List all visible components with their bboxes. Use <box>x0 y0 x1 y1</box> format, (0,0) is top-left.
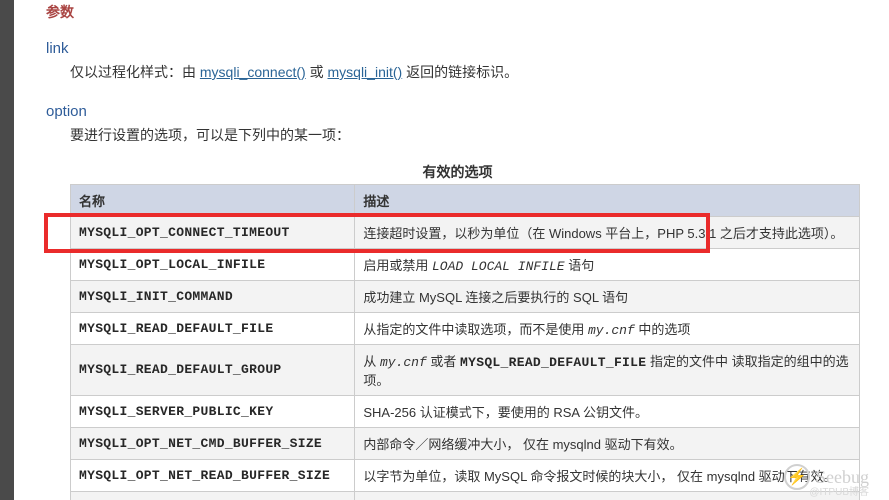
param-desc-option: 要进行设置的选项，可以是下列中的某一项： <box>70 124 869 148</box>
opt-desc-post: 语句 <box>565 258 595 273</box>
table-row: MYSQLI_INIT_COMMAND 成功建立 MySQL 连接之后要执行的 … <box>71 280 860 312</box>
table-row: MYSQLI_OPT_INT_AND_FLOAT_NATIVE 将整数和浮点数类… <box>71 491 860 500</box>
opt-desc-mid: 或者 <box>427 354 460 369</box>
opt-desc-post: 中的选项 <box>635 322 691 337</box>
opt-desc: SHA-256 认证模式下，要使用的 RSA 公钥文件。 <box>355 395 860 427</box>
table-row: MYSQLI_OPT_LOCAL_INFILE 启用或禁用 LOAD LOCAL… <box>71 248 860 280</box>
fn-mysqli-connect[interactable]: mysqli_connect() <box>200 64 306 80</box>
left-gutter <box>0 0 14 500</box>
opt-desc-em: my.cnf <box>588 323 635 338</box>
opt-desc-pre: 启用或禁用 <box>363 258 432 273</box>
opt-name: MYSQLI_OPT_INT_AND_FLOAT_NATIVE <box>71 491 355 500</box>
table-row: MYSQLI_SERVER_PUBLIC_KEY SHA-256 认证模式下，要… <box>71 395 860 427</box>
param-heading-option: option <box>46 103 869 120</box>
opt-name: MYSQLI_OPT_LOCAL_INFILE <box>71 248 355 280</box>
opt-name: MYSQLI_SERVER_PUBLIC_KEY <box>71 395 355 427</box>
opt-desc: 启用或禁用 LOAD LOCAL INFILE 语句 <box>355 248 860 280</box>
opt-desc: 成功建立 MySQL 连接之后要执行的 SQL 语句 <box>355 280 860 312</box>
link-desc-mid: 或 <box>310 64 328 80</box>
param-heading-link: link <box>46 40 869 57</box>
table-row: MYSQLI_READ_DEFAULT_GROUP 从 my.cnf 或者 MY… <box>71 344 860 395</box>
table-caption: 有效的选项 <box>46 162 869 182</box>
main-content: 参数 link 仅以过程化样式：由 mysqli_connect() 或 mys… <box>14 0 889 500</box>
link-desc-prefix: 仅以过程化样式：由 <box>70 64 196 80</box>
opt-desc: 将整数和浮点数类型的列转换成 PHP 的数值类型， 仅在 mysqlnd 驱动下… <box>355 491 860 500</box>
table-row: MYSQLI_READ_DEFAULT_FILE 从指定的文件中读取选项，而不是… <box>71 312 860 344</box>
opt-name: MYSQLI_INIT_COMMAND <box>71 280 355 312</box>
opt-name: MYSQLI_OPT_CONNECT_TIMEOUT <box>71 216 355 248</box>
watermark-sub: @ITPUB博客 <box>809 483 869 498</box>
param-desc-link: 仅以过程化样式：由 mysqli_connect() 或 mysqli_init… <box>70 61 869 85</box>
opt-name: MYSQLI_READ_DEFAULT_GROUP <box>71 344 355 395</box>
fn-mysqli-init[interactable]: mysqli_init() <box>328 64 403 80</box>
col-name: 名称 <box>71 184 355 216</box>
params-heading: 参数 <box>46 0 869 22</box>
options-table: 名称 描述 MYSQLI_OPT_CONNECT_TIMEOUT 连接超时设置，… <box>70 184 860 500</box>
opt-desc-pre: 从指定的文件中读取选项，而不是使用 <box>363 322 588 337</box>
opt-desc-em: LOAD LOCAL INFILE <box>432 259 565 274</box>
opt-desc: 从指定的文件中读取选项，而不是使用 my.cnf 中的选项 <box>355 312 860 344</box>
col-desc: 描述 <box>355 184 860 216</box>
opt-desc-em: my.cnf <box>380 355 427 370</box>
opt-name: MYSQLI_OPT_NET_READ_BUFFER_SIZE <box>71 459 355 491</box>
opt-desc-pre: 从 <box>363 354 380 369</box>
table-row: MYSQLI_OPT_NET_READ_BUFFER_SIZE 以字节为单位，读… <box>71 459 860 491</box>
opt-desc: 内部命令／网络缓冲大小， 仅在 mysqlnd 驱动下有效。 <box>355 427 860 459</box>
opt-name: MYSQLI_READ_DEFAULT_FILE <box>71 312 355 344</box>
table-row: MYSQLI_OPT_NET_CMD_BUFFER_SIZE 内部命令／网络缓冲… <box>71 427 860 459</box>
opt-desc: 从 my.cnf 或者 MYSQL_READ_DEFAULT_FILE 指定的文… <box>355 344 860 395</box>
link-desc-suffix: 返回的链接标识。 <box>406 64 518 80</box>
opt-desc-strong: MYSQL_READ_DEFAULT_FILE <box>460 355 646 370</box>
table-row: MYSQLI_OPT_CONNECT_TIMEOUT 连接超时设置，以秒为单位（… <box>71 216 860 248</box>
opt-name: MYSQLI_OPT_NET_CMD_BUFFER_SIZE <box>71 427 355 459</box>
opt-desc: 连接超时设置，以秒为单位（在 Windows 平台上，PHP 5.3.1 之后才… <box>355 216 860 248</box>
watermark-icon: ⚡ <box>784 464 810 490</box>
